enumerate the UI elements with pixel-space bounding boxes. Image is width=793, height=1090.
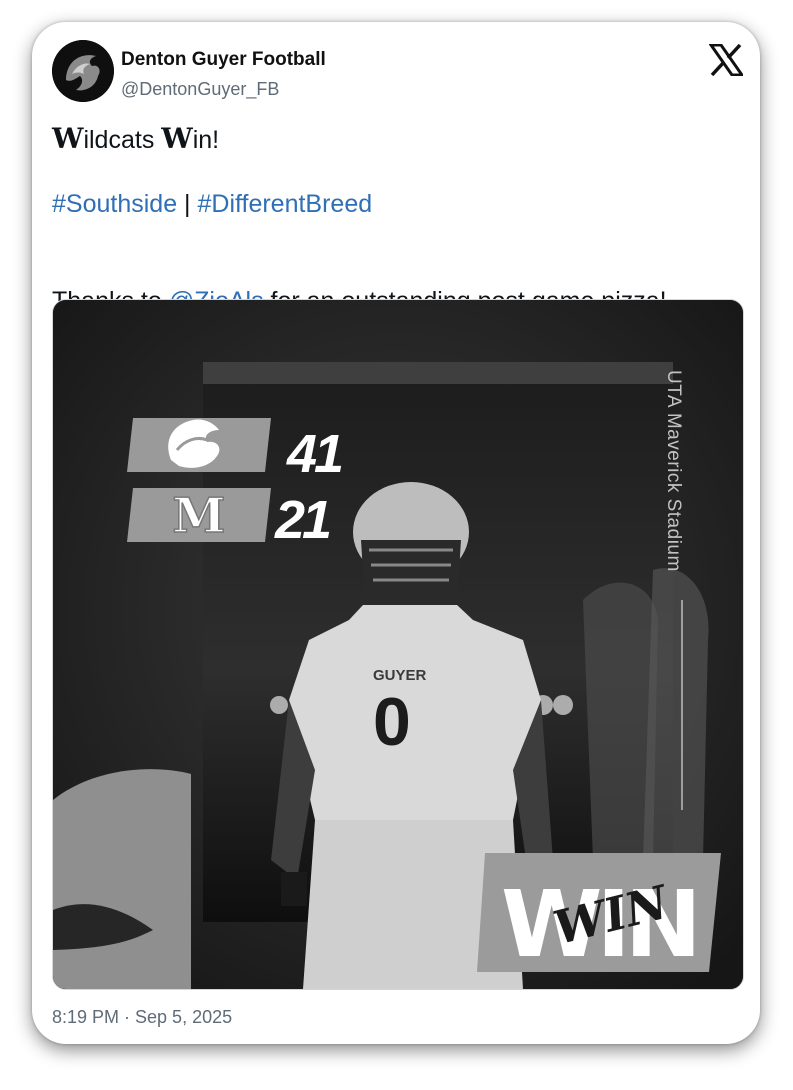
home-score: 41 <box>286 424 342 484</box>
stadium-name: UTA Maverick Stadium <box>663 370 684 572</box>
avatar[interactable] <box>52 40 114 102</box>
jersey-text: GUYER <box>373 667 427 684</box>
tweet-cap-w: W <box>161 122 193 155</box>
account-name[interactable]: Denton Guyer Football <box>121 49 326 71</box>
tweet-cap-w: W <box>52 122 84 155</box>
account-handle[interactable]: @DentonGuyer_FB <box>121 79 279 100</box>
wildcat-logo-icon <box>52 40 114 102</box>
m-team-icon: M <box>172 488 225 544</box>
tweet-timestamp[interactable]: 8:19 PM · Sep 5, 2025 <box>52 1007 232 1028</box>
hashtag-southside[interactable]: #Southside <box>52 190 177 218</box>
tweet-text: in! <box>192 126 220 154</box>
tweet-media-image[interactable]: GUYER 0 M 41 21 WIN UTA Maverick Stadium <box>52 299 744 990</box>
tweet-text: ildcats <box>83 126 162 154</box>
tweet-separator: | <box>177 190 198 218</box>
away-score: 21 <box>274 490 330 550</box>
jersey-number: 0 <box>373 684 411 760</box>
tweet-card: Denton Guyer Football @DentonGuyer_FB Wi… <box>32 22 760 1044</box>
tweet-line-2: #Southside | #DifferentBreed <box>52 188 742 220</box>
x-logo-icon[interactable] <box>709 44 743 76</box>
tweet-line-1: Wildcats Win! <box>52 123 742 156</box>
hashtag-differentbreed[interactable]: #DifferentBreed <box>198 190 373 218</box>
